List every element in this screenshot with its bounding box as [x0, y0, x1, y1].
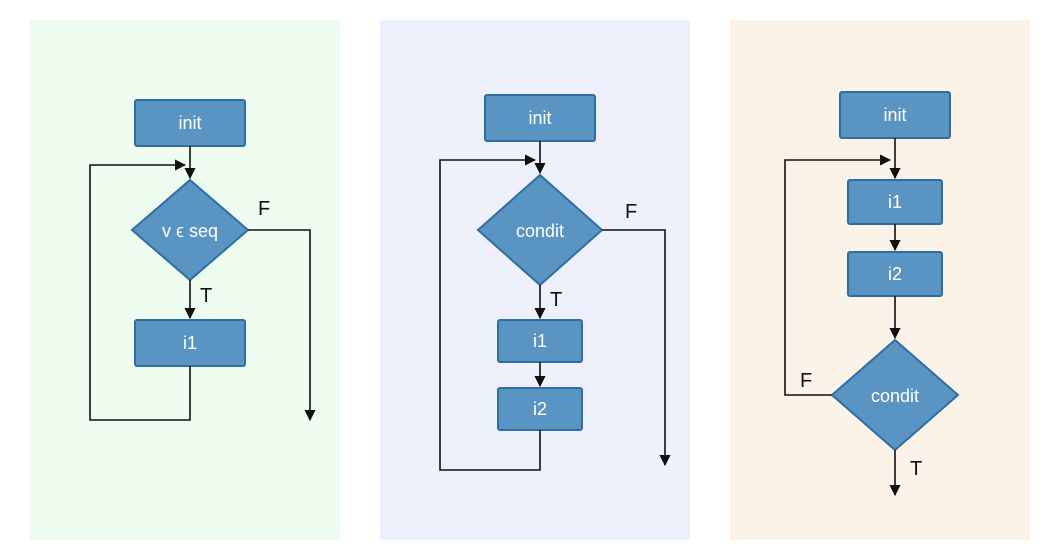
- node-decision-label: condit: [871, 386, 919, 406]
- panel-bg: [30, 20, 340, 540]
- node-init-label: init: [528, 108, 551, 128]
- label-true: T: [550, 289, 562, 311]
- node-decision-label: condit: [516, 221, 564, 241]
- label-true: T: [910, 458, 922, 480]
- label-false: F: [625, 201, 637, 223]
- node-i1-label: i1: [183, 333, 197, 353]
- node-i2-label: i2: [888, 264, 902, 284]
- panel-while: while loop init condit i1 i2 T: [380, 20, 690, 540]
- label-true: T: [200, 285, 212, 307]
- label-false: F: [800, 370, 812, 392]
- panel-repeat: repeat loop init i1 i2 condit: [730, 20, 1030, 540]
- node-i2-label: i2: [533, 399, 547, 419]
- label-false: F: [258, 198, 270, 220]
- panel-for: For loop init v ϵ seq i1 T: [30, 20, 340, 540]
- node-i1-label: i1: [533, 331, 547, 351]
- node-decision-label: v ϵ seq: [162, 221, 218, 241]
- node-init-label: init: [883, 105, 906, 125]
- node-i1-label: i1: [888, 192, 902, 212]
- node-init-label: init: [178, 113, 201, 133]
